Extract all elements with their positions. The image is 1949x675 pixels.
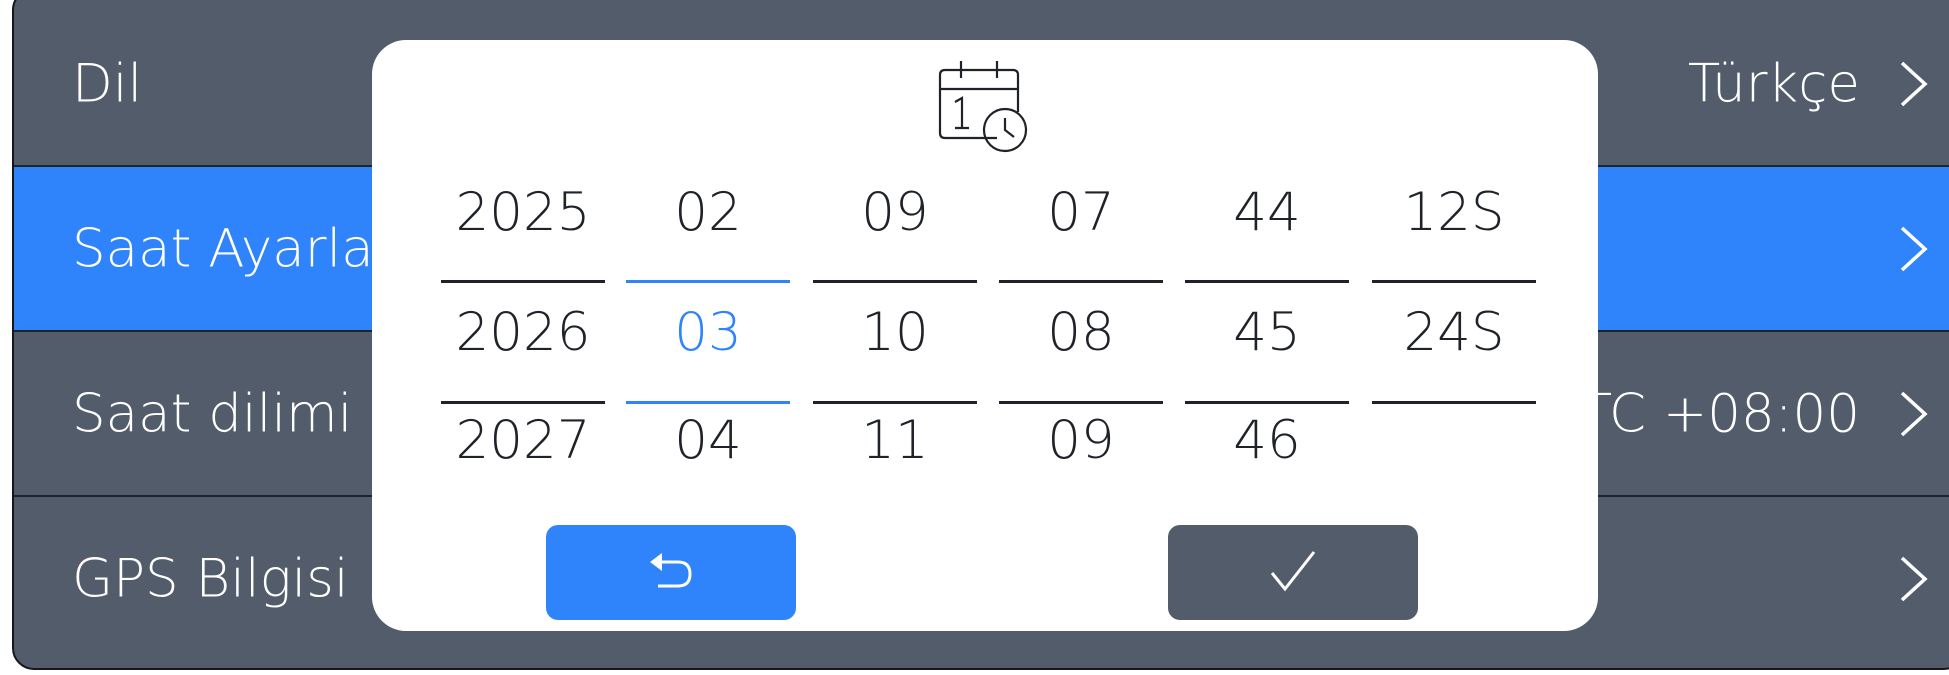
year-option[interactable]: 2025 (441, 182, 605, 243)
divider (1185, 280, 1349, 283)
row-label: Saat dilimi (72, 383, 353, 444)
year-option-selected[interactable]: 2026 (441, 302, 605, 363)
calendar-clock-icon (937, 58, 1031, 154)
day-option[interactable]: 09 (813, 182, 977, 243)
checkmark-icon (1269, 549, 1317, 597)
divider (1372, 280, 1536, 283)
divider-selected (626, 401, 790, 404)
hour-option[interactable]: 09 (999, 410, 1163, 471)
datetime-picker-dialog: 2025 2026 2027 02 03 04 09 10 11 07 08 0… (372, 40, 1598, 631)
divider (441, 280, 605, 283)
row-label: Dil (72, 53, 143, 114)
divider (999, 401, 1163, 404)
chevron-right-icon (1896, 554, 1930, 604)
month-option-selected[interactable]: 03 (626, 302, 790, 363)
chevron-right-icon (1896, 59, 1930, 109)
chevron-right-icon (1896, 224, 1930, 274)
hour-option[interactable]: 07 (999, 182, 1163, 243)
divider (441, 401, 605, 404)
divider (1372, 401, 1536, 404)
divider (1185, 401, 1349, 404)
format-option-selected[interactable]: 24S (1372, 302, 1536, 363)
row-value: Türkçe (1687, 53, 1860, 114)
divider-selected (626, 280, 790, 283)
confirm-button[interactable] (1168, 525, 1418, 620)
minute-option-selected[interactable]: 45 (1185, 302, 1349, 363)
day-option-selected[interactable]: 10 (813, 302, 977, 363)
row-label: Saat Ayarları (72, 218, 411, 279)
divider (813, 280, 977, 283)
chevron-right-icon (1896, 389, 1930, 439)
back-button[interactable] (546, 525, 796, 620)
hour-option-selected[interactable]: 08 (999, 302, 1163, 363)
year-option[interactable]: 2027 (441, 410, 605, 471)
minute-option[interactable]: 44 (1185, 182, 1349, 243)
month-option[interactable]: 02 (626, 182, 790, 243)
month-option[interactable]: 04 (626, 410, 790, 471)
day-option[interactable]: 11 (813, 410, 977, 471)
divider (999, 280, 1163, 283)
undo-arrow-icon (648, 550, 694, 596)
row-label: GPS Bilgisi (72, 548, 349, 609)
divider (813, 401, 977, 404)
format-option[interactable]: 12S (1372, 182, 1536, 243)
minute-option[interactable]: 46 (1185, 410, 1349, 471)
